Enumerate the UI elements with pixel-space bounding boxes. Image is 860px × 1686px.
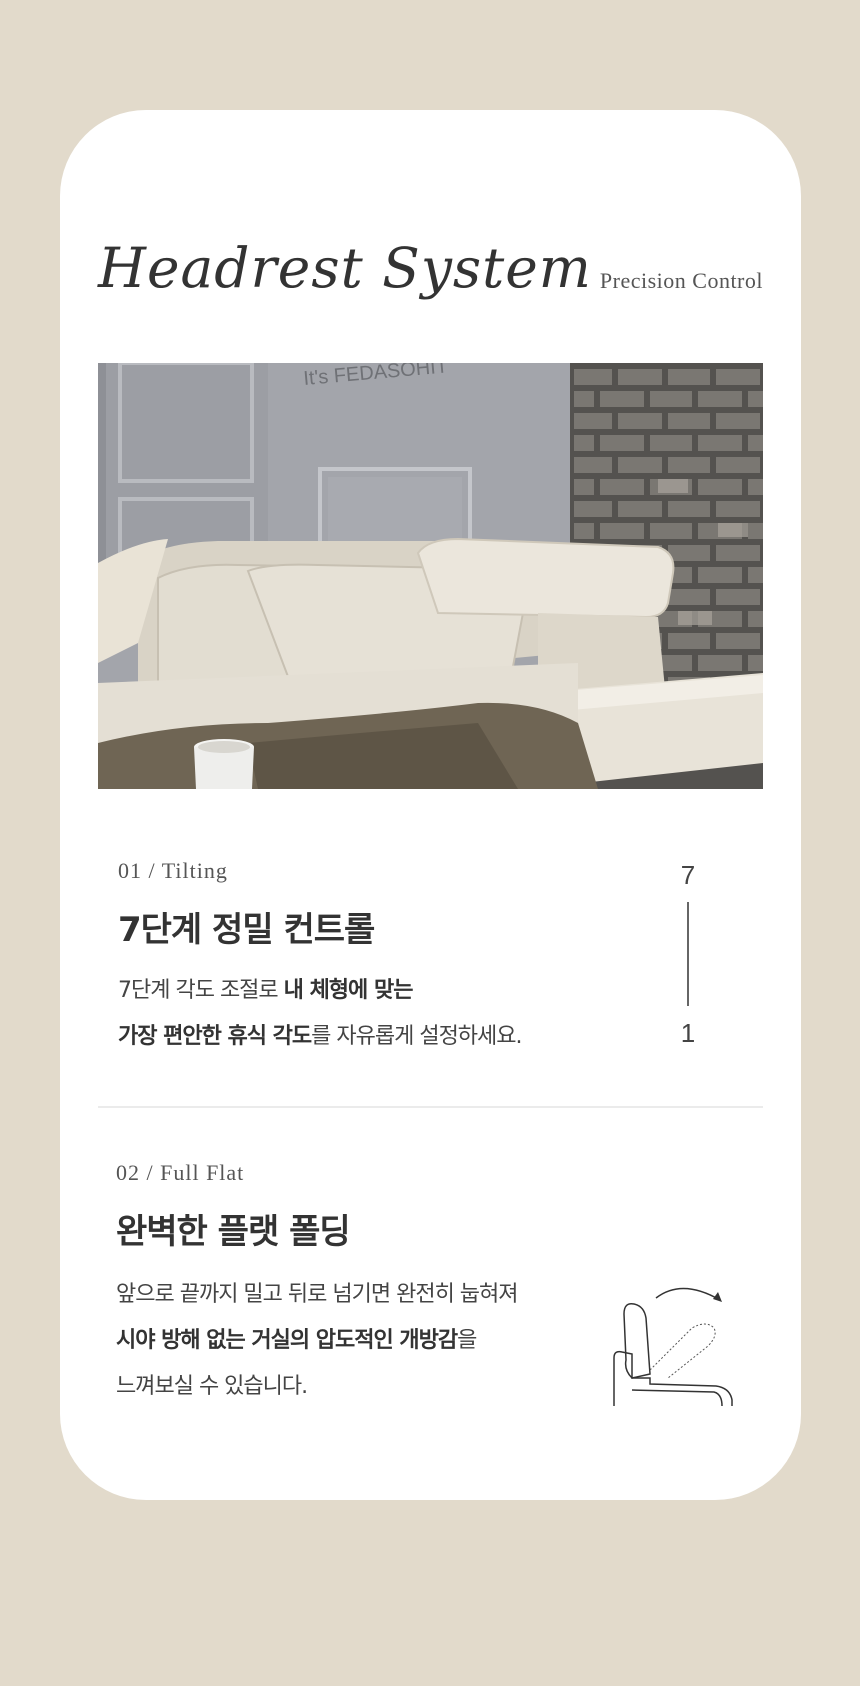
section2-line2-plain: 을 bbox=[457, 1328, 477, 1353]
page-title: Headrest System bbox=[98, 236, 592, 300]
section1-line1-bold: 내 체형에 맞는 bbox=[283, 978, 414, 1003]
section2-line1: 앞으로 끝까지 밀고 뒤로 넘기면 완전히 눕혀져 bbox=[116, 1282, 519, 1307]
tilt-scale-line bbox=[687, 902, 689, 1006]
section2-heading: 완벽한 플랫 폴딩 bbox=[116, 1212, 351, 1252]
tilt-scale-min: 1 bbox=[680, 1018, 696, 1048]
sofa-photo: It's FEDASOHIT bbox=[98, 363, 763, 789]
section1-line2-plain: 를 자유롭게 설정하세요. bbox=[311, 1024, 522, 1049]
tilt-scale-max: 7 bbox=[680, 860, 696, 890]
section2-label: 02 / Full Flat bbox=[116, 1160, 245, 1185]
section2-description: 앞으로 끝까지 밀고 뒤로 넘기면 완전히 눕혀져 시야 방해 없는 거실의 압… bbox=[116, 1272, 519, 1410]
section2-line2: 시야 방해 없는 거실의 압도적인 개방감을 bbox=[116, 1318, 518, 1364]
section1-description: 7단계 각도 조절로 내 체형에 맞는 가장 편안한 휴식 각도를 자유롭게 설… bbox=[118, 968, 523, 1060]
headrest-fold-icon bbox=[610, 1270, 740, 1410]
section2-line2-bold: 시야 방해 없는 거실의 압도적인 개방감 bbox=[116, 1328, 458, 1353]
section-divider bbox=[98, 1106, 763, 1108]
section1-label: 01 / Tilting bbox=[118, 858, 228, 883]
section1-line2-bold: 가장 편안한 휴식 각도 bbox=[118, 1024, 312, 1049]
section1-line2: 가장 편안한 휴식 각도를 자유롭게 설정하세요. bbox=[118, 1014, 523, 1060]
section1-line1: 7단계 각도 조절로 내 체형에 맞는 bbox=[118, 968, 522, 1014]
section1-line1-plain: 7단계 각도 조절로 bbox=[118, 978, 284, 1003]
page-subtitle: Precision Control bbox=[599, 268, 763, 293]
section1-heading: 7단계 정밀 컨트롤 bbox=[118, 910, 375, 950]
section2-line3: 느껴보실 수 있습니다. bbox=[116, 1374, 308, 1399]
